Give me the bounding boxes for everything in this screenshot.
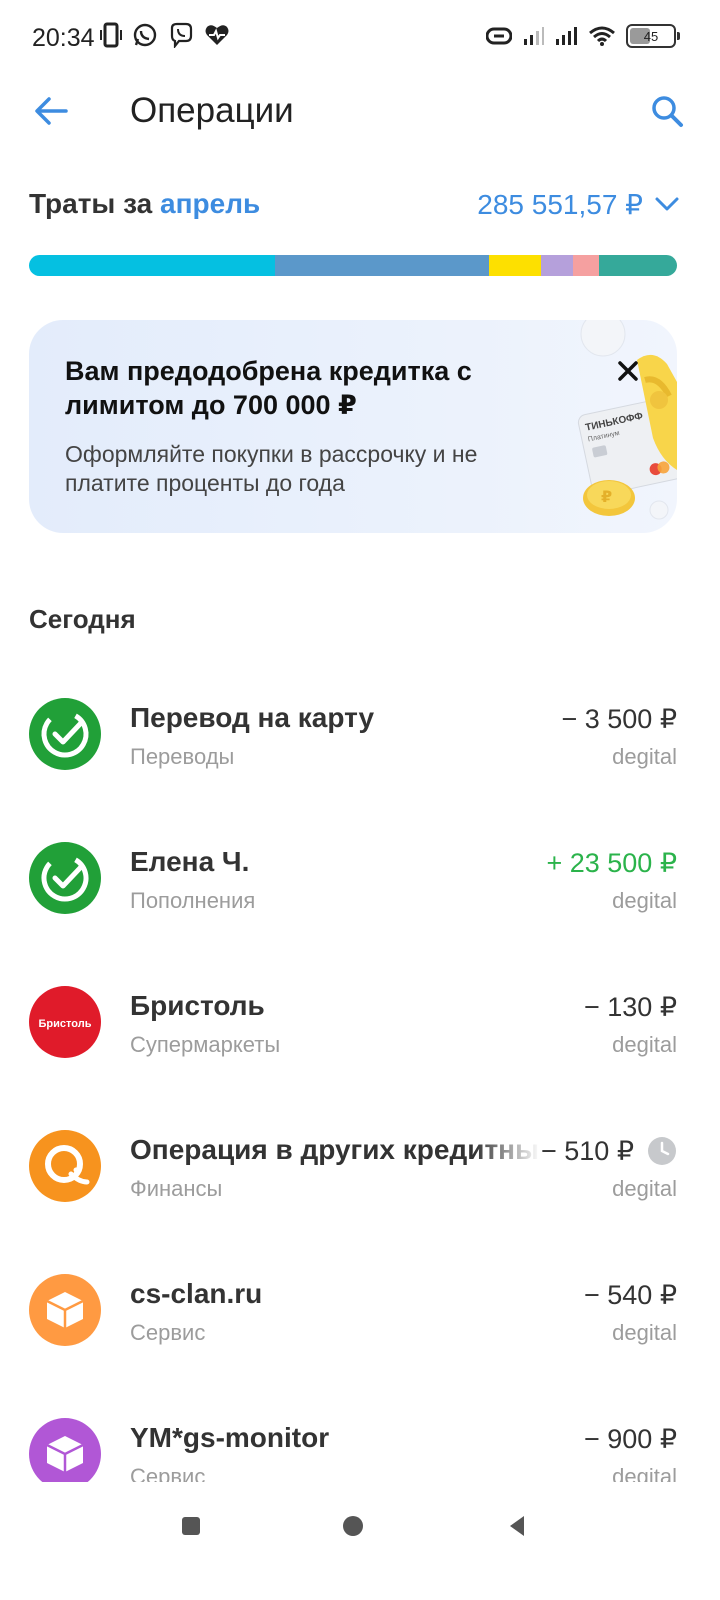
operation-amount: − 510 ₽ — [541, 1136, 634, 1166]
box-icon — [29, 1274, 101, 1346]
link-icon — [486, 27, 512, 45]
vibrate-icon — [100, 22, 122, 48]
wifi-icon — [589, 26, 615, 46]
operation-title: cs-clan.ru — [130, 1278, 263, 1309]
spending-segment — [573, 255, 600, 276]
operation-account: degital — [612, 1464, 677, 1482]
operation-account: degital — [612, 1032, 677, 1057]
operation-title: Операция в других кредитных — [130, 1134, 540, 1165]
promo-text: Оформляйте покупки в рассрочку и не плат… — [65, 441, 478, 496]
operation-item[interactable]: Операция в других кредитных Финансы − 51… — [0, 1094, 720, 1238]
spending-month[interactable]: апрель — [160, 188, 260, 219]
operation-item[interactable]: Бристоль Бристоль Супермаркеты − 130 ₽ d… — [0, 950, 720, 1094]
operation-amount: − 900 ₽ — [584, 1424, 677, 1454]
operation-title: Бристоль — [130, 990, 265, 1021]
triangle-back-icon — [510, 1516, 524, 1536]
operation-title: Елена Ч. — [130, 846, 250, 877]
page-title: Операции — [130, 91, 294, 130]
signal-2-icon — [556, 27, 577, 45]
system-navigation-bar — [0, 1482, 720, 1600]
promo-banner[interactable]: Вам предодобрена кредитка с лимитом до 7… — [29, 320, 677, 533]
section-title-today: Сегодня — [29, 604, 136, 634]
home-button[interactable] — [333, 1506, 373, 1546]
square-icon — [182, 1517, 200, 1535]
operation-amount: + 23 500 ₽ — [546, 848, 677, 878]
check-circle-icon — [29, 842, 101, 914]
clock-icon — [648, 1137, 676, 1165]
operation-account: degital — [612, 744, 677, 769]
qiwi-logo — [29, 1130, 101, 1202]
header: Операции — [0, 80, 720, 146]
back-button[interactable] — [26, 86, 76, 136]
operation-title: YM*gs-monitor — [130, 1422, 330, 1453]
operation-item[interactable]: YM*gs-monitor Сервис − 900 ₽ degital — [0, 1382, 720, 1482]
svg-text:₽: ₽ — [601, 487, 612, 506]
spending-category-bar[interactable] — [29, 255, 677, 276]
spending-segment — [275, 255, 490, 276]
circle-icon — [343, 1516, 363, 1536]
status-time: 20:34 — [32, 24, 95, 52]
notification-icons — [100, 22, 230, 48]
operation-category: Сервис — [130, 1320, 206, 1345]
operation-category: Пополнения — [130, 888, 256, 913]
whatsapp-icon — [133, 23, 157, 47]
operation-amount: − 3 500 ₽ — [561, 704, 677, 734]
operation-item[interactable]: Елена Ч. Пополнения + 23 500 ₽ degital — [0, 806, 720, 950]
operation-account: degital — [612, 1320, 677, 1345]
spending-segment — [489, 255, 541, 276]
operation-amount: − 540 ₽ — [584, 1280, 677, 1310]
arrow-left-icon — [35, 97, 68, 125]
recents-button[interactable] — [171, 1506, 211, 1546]
spending-segment — [29, 255, 276, 276]
spending-total: 285 551,57 ₽ — [477, 189, 643, 220]
viber-icon — [170, 22, 193, 48]
operation-category: Финансы — [130, 1176, 223, 1201]
health-icon — [205, 25, 229, 45]
operation-title: Перевод на карту — [130, 702, 375, 733]
operation-account: degital — [612, 1176, 677, 1201]
operation-category: Супермаркеты — [130, 1032, 281, 1057]
spending-segment — [540, 255, 574, 276]
search-icon — [652, 96, 683, 127]
promo-close-button[interactable] — [607, 350, 649, 392]
back-nav-button[interactable] — [497, 1506, 537, 1546]
spending-label-prefix: Траты за — [29, 188, 153, 219]
operation-amount: − 130 ₽ — [584, 992, 677, 1022]
box-icon — [29, 1418, 101, 1482]
operation-category: Сервис — [130, 1464, 206, 1482]
system-icons: 45 — [486, 24, 680, 48]
promo-title: Вам предодобрена кредитка с лимитом до 7… — [65, 356, 472, 420]
bristol-logo: Бристоль — [29, 986, 101, 1058]
spending-segment — [599, 255, 677, 276]
check-circle-icon — [29, 698, 101, 770]
battery-level: 45 — [643, 28, 659, 44]
operation-item[interactable]: Перевод на карту Переводы − 3 500 ₽ degi… — [0, 662, 720, 806]
close-icon — [618, 361, 638, 381]
spending-summary[interactable]: Траты за апрель 285 551,57 ₽ — [29, 184, 681, 224]
operations-list: Перевод на карту Переводы − 3 500 ₽ degi… — [0, 662, 720, 1482]
search-button[interactable] — [642, 86, 692, 136]
battery-icon: 45 — [626, 24, 680, 48]
operation-account: degital — [612, 888, 677, 913]
spending-label: Траты за апрель — [29, 188, 260, 220]
operation-category: Переводы — [130, 744, 235, 769]
status-bar: 20:34 45 — [0, 0, 720, 76]
chevron-down-icon[interactable] — [653, 192, 681, 216]
signal-1-icon — [524, 27, 544, 45]
operation-item[interactable]: cs-clan.ru Сервис − 540 ₽ degital — [0, 1238, 720, 1382]
bristol-logo-text: Бристоль — [39, 1018, 92, 1030]
